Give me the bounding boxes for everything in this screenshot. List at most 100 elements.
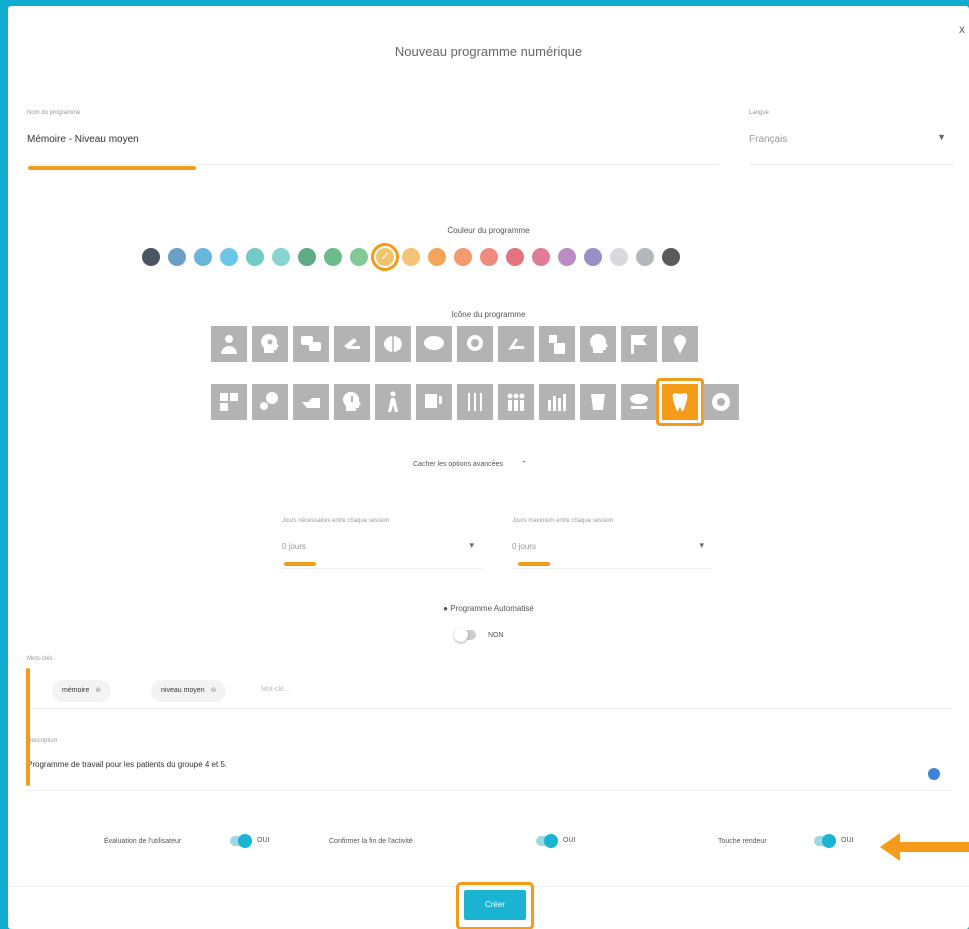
close-icon[interactable]: x	[959, 22, 965, 36]
color-swatch[interactable]	[246, 248, 264, 266]
toggle-label: Évaluation de l'utilisateur	[104, 838, 182, 845]
brain-icon	[384, 336, 402, 352]
min-days-value: 0 jours	[282, 542, 307, 551]
selected-icon-highlight	[656, 378, 704, 426]
icon-option[interactable]	[252, 384, 288, 420]
program-name-value: Mémoire - Niveau moyen	[27, 134, 139, 145]
color-swatch[interactable]	[428, 248, 446, 266]
person-icon	[221, 335, 237, 354]
hand-open-icon	[302, 398, 320, 408]
grammar-check-icon[interactable]	[928, 768, 940, 780]
color-swatch[interactable]	[662, 248, 680, 266]
icon-option[interactable]	[580, 384, 616, 420]
icon-option[interactable]	[416, 326, 452, 362]
keywords-label: Mots-clés	[27, 656, 53, 662]
icon-option[interactable]	[293, 384, 329, 420]
icon-option[interactable]	[375, 326, 411, 362]
keywords-description-highlight	[26, 668, 30, 786]
program-name-label: Nom du programme	[27, 110, 81, 116]
head-gear-icon	[261, 333, 279, 353]
icon-option[interactable]	[334, 326, 370, 362]
color-swatch[interactable]	[636, 248, 654, 266]
min-days-highlight	[284, 562, 316, 566]
arrow-annotation	[880, 827, 969, 867]
info-icon: ●	[443, 604, 448, 613]
program-name-field[interactable]: Nom du programme Mémoire - Niveau moyen	[27, 110, 719, 165]
color-swatch[interactable]	[168, 248, 186, 266]
program-name-highlight	[28, 166, 196, 170]
icon-option[interactable]	[416, 384, 452, 420]
create-button[interactable]: Créer	[464, 890, 526, 920]
head-shadow-icon	[590, 333, 608, 353]
color-swatch[interactable]	[402, 248, 420, 266]
cutlery-icon	[468, 393, 482, 411]
toggle-value: OUI	[841, 837, 854, 844]
icon-option[interactable]	[457, 384, 493, 420]
toggle-switch[interactable]	[536, 834, 558, 848]
color-swatch[interactable]	[142, 248, 160, 266]
color-swatch[interactable]	[454, 248, 472, 266]
body-icon	[549, 335, 565, 354]
icon-option[interactable]	[252, 326, 288, 362]
icon-option[interactable]	[621, 326, 657, 362]
description-value: Programme de travail pour les patients d…	[27, 760, 228, 769]
icon-option[interactable]	[334, 384, 370, 420]
language-select[interactable]: Langue Français ▼	[749, 110, 954, 165]
chevron-down-icon: ▾	[469, 540, 474, 550]
icon-option[interactable]	[211, 326, 247, 362]
head-exclamation-icon	[343, 391, 361, 411]
close-icon[interactable]: ⊗	[211, 687, 217, 694]
chat-icon	[301, 336, 321, 351]
keywords-field[interactable]: Mots-clés mémoire ⊗ niveau moyen ⊗ Mot-c…	[27, 656, 952, 709]
icon-option[interactable]	[498, 326, 534, 362]
color-swatch[interactable]	[194, 248, 212, 266]
icon-option[interactable]	[539, 384, 575, 420]
max-days-highlight	[518, 562, 550, 566]
brain-bubble-icon	[467, 335, 483, 351]
chevron-up-icon: ⌃	[520, 461, 527, 468]
icon-option[interactable]	[580, 326, 616, 362]
color-swatch[interactable]	[558, 248, 576, 266]
color-swatch[interactable]	[610, 248, 628, 266]
head-people-icon	[260, 392, 278, 410]
toggle-switch[interactable]	[814, 834, 836, 848]
color-swatch[interactable]	[480, 248, 498, 266]
bars-icon	[548, 394, 566, 411]
icon-option[interactable]	[662, 326, 698, 362]
keyword-chip[interactable]: niveau moyen ⊗	[151, 680, 227, 702]
close-icon[interactable]: ⊗	[95, 687, 101, 694]
icon-section-label: Icône du programme	[451, 310, 526, 319]
color-swatch[interactable]	[584, 248, 602, 266]
puzzle-icon	[220, 393, 238, 411]
hand-icon	[344, 338, 360, 349]
icon-option[interactable]	[457, 326, 493, 362]
color-swatch[interactable]	[350, 248, 368, 266]
language-label: Langue	[749, 110, 770, 116]
color-swatch[interactable]	[506, 248, 524, 266]
automatic-program-switch[interactable]	[454, 628, 486, 642]
description-field[interactable]: Description Programme de travail pour le…	[27, 738, 952, 791]
automatic-program-value: NON	[488, 632, 504, 639]
icon-option[interactable]	[211, 384, 247, 420]
color-swatch[interactable]	[324, 248, 342, 266]
gear-circle-icon	[712, 393, 730, 411]
icon-option[interactable]	[375, 384, 411, 420]
icon-option[interactable]	[703, 384, 739, 420]
automatic-program-label: ● Programme Automatisé	[443, 604, 534, 613]
toggle-switch[interactable]	[230, 834, 252, 848]
description-label: Description	[27, 738, 58, 744]
dialog-title: Nouveau programme numérique	[394, 44, 583, 59]
keyword-input[interactable]: Mot-clé...	[261, 686, 290, 693]
advanced-options-toggle[interactable]: Cacher les options avancées ⌃	[413, 460, 527, 468]
color-swatch[interactable]	[272, 248, 290, 266]
check-icon: ✓	[380, 251, 390, 263]
icon-option[interactable]	[293, 326, 329, 362]
icon-option[interactable]	[539, 326, 575, 362]
color-swatch[interactable]	[220, 248, 238, 266]
color-swatch[interactable]	[532, 248, 550, 266]
color-swatch[interactable]	[298, 248, 316, 266]
keyword-chip[interactable]: mémoire ⊗	[52, 680, 112, 702]
speech-icon	[425, 394, 442, 408]
icon-option[interactable]	[498, 384, 534, 420]
icon-option[interactable]	[621, 384, 657, 420]
